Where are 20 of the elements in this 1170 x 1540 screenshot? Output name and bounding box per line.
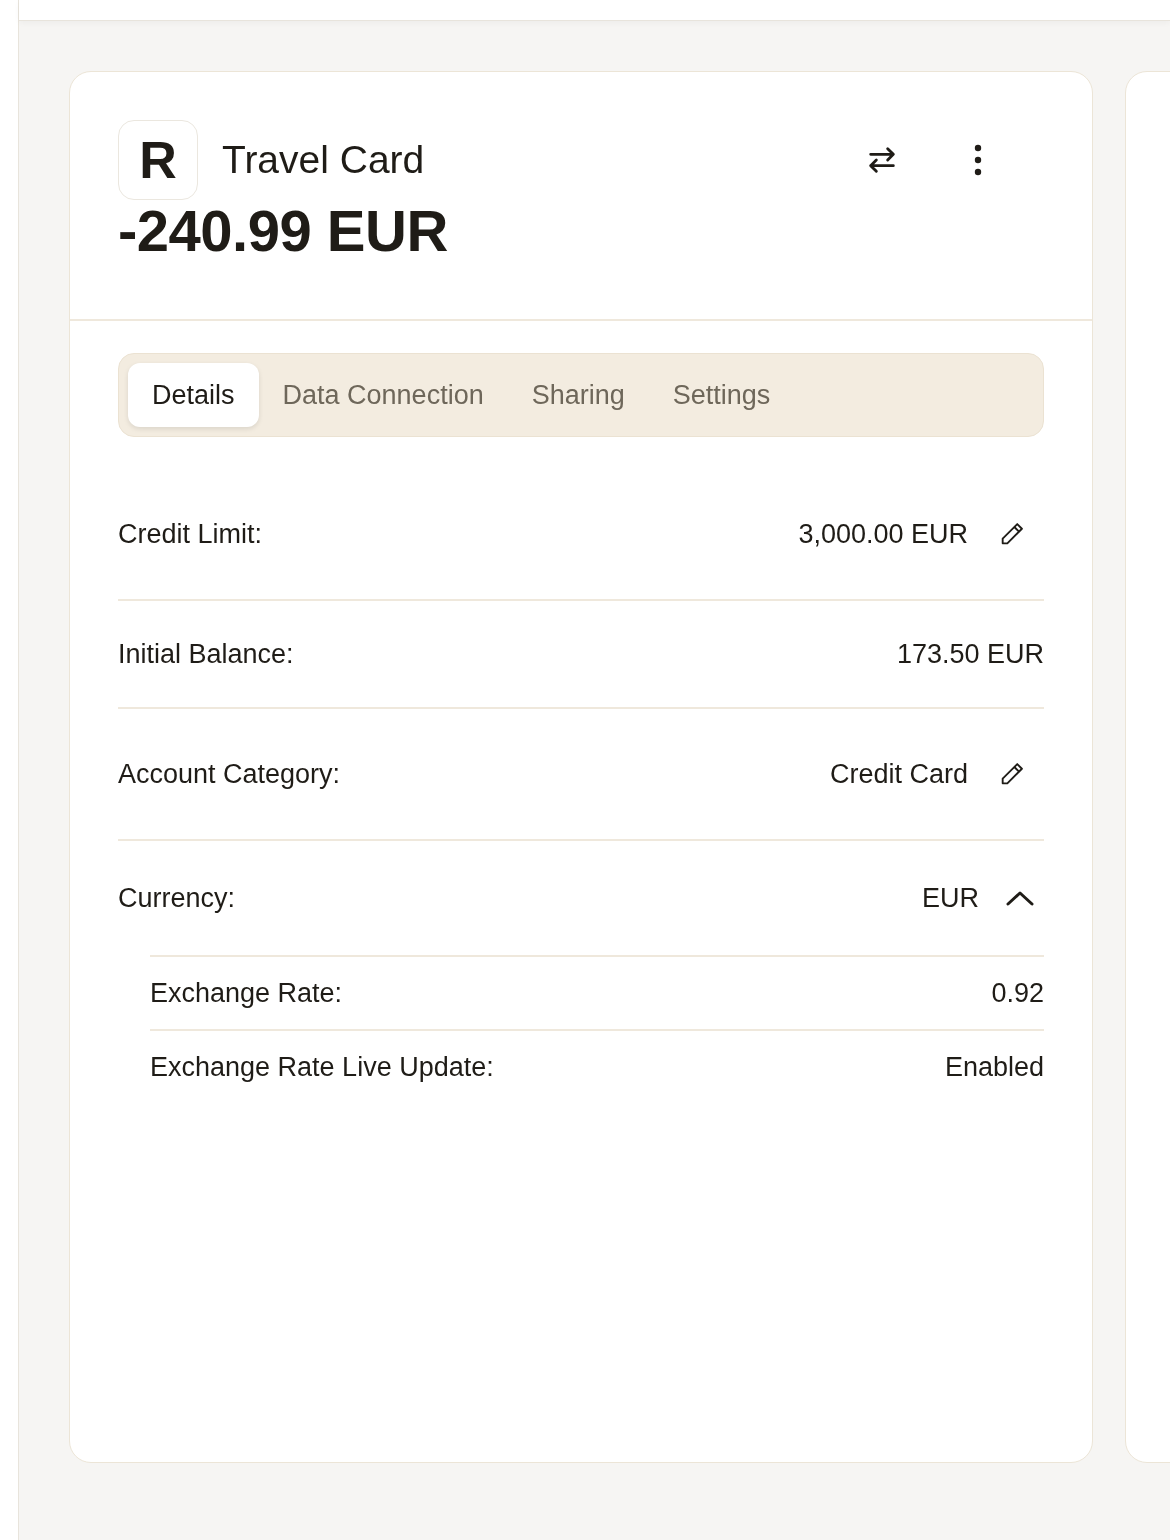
field-value: 3,000.00 EUR [798, 518, 968, 551]
tab[interactable]: Details [128, 363, 259, 427]
field-value: 173.50 EUR [896, 638, 1044, 671]
more-options-icon[interactable] [973, 143, 983, 177]
bank-logo: R [118, 120, 198, 200]
field-label: Exchange Rate: [150, 977, 344, 1010]
field-label: Credit Limit: [118, 518, 264, 551]
field-label: Initial Balance: [118, 638, 295, 671]
tab[interactable]: Sharing [507, 363, 649, 427]
account-name: Travel Card [222, 138, 426, 182]
field-label: Account Category: [118, 758, 342, 791]
field-label: Exchange Rate Live Update: [150, 1051, 495, 1084]
tab[interactable]: Settings [648, 363, 795, 427]
field-value: Enabled [944, 1051, 1044, 1084]
account-balance: -240.99 EUR [118, 197, 449, 264]
tab[interactable]: Data Connection [258, 363, 508, 427]
field-value: EUR [922, 882, 979, 915]
field-label: Currency: [118, 882, 237, 915]
field-value: 0.92 [991, 977, 1044, 1010]
field-value: Credit Card [829, 758, 968, 791]
